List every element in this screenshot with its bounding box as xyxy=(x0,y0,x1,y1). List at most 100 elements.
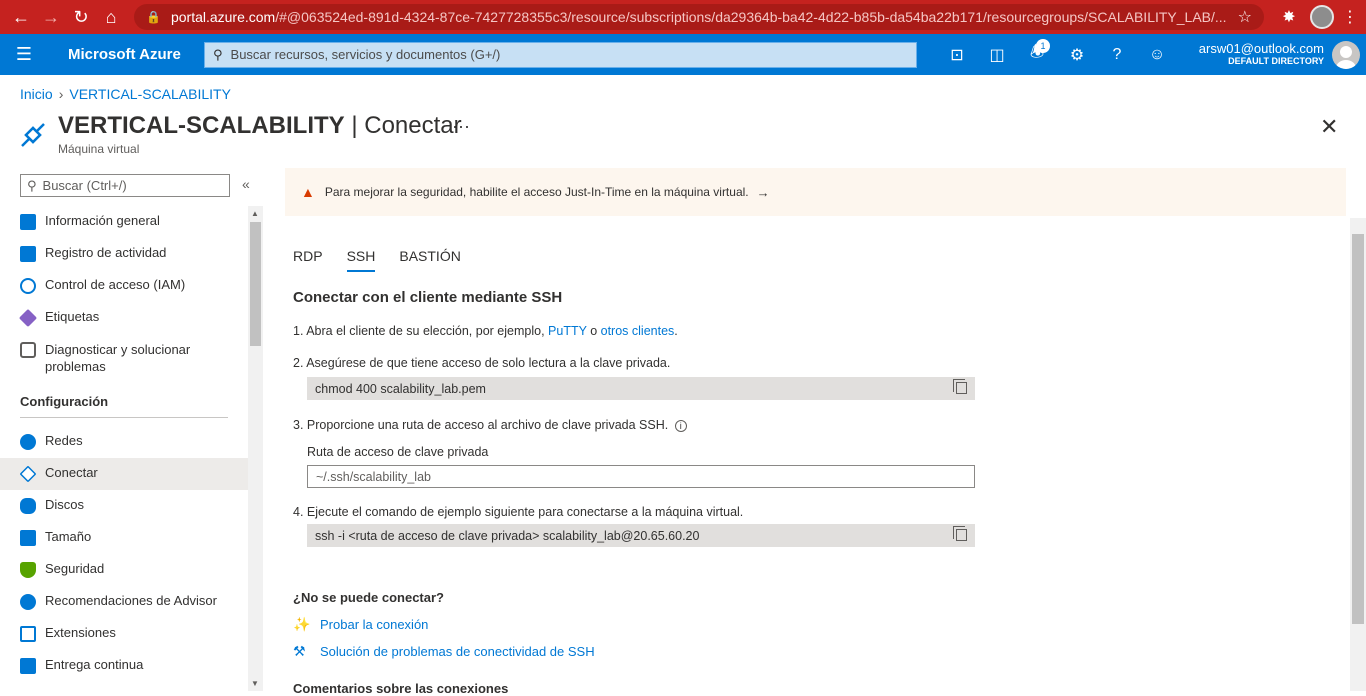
copy-icon[interactable] xyxy=(953,526,967,541)
cannot-connect-heading: ¿No se puede conectar? xyxy=(293,590,444,605)
collapse-menu-icon[interactable]: « xyxy=(242,176,250,192)
scroll-up-icon[interactable]: ▲ xyxy=(251,209,259,218)
cloud-shell-icon[interactable]: ⊡ xyxy=(937,34,977,75)
close-icon[interactable]: ✕ xyxy=(1320,114,1338,140)
blade-header: VERTICAL-SCALABILITY | Conectar Máquina … xyxy=(18,112,462,156)
tab-ssh[interactable]: SSH xyxy=(346,248,376,272)
content-scroll-thumb[interactable] xyxy=(1352,234,1364,624)
ssh-command-text: ssh -i <ruta de acceso de clave privada>… xyxy=(315,528,700,543)
chmod-command-text: chmod 400 scalability_lab.pem xyxy=(315,381,486,396)
feedback-icon[interactable]: ☺ xyxy=(1137,34,1177,75)
sidebar-item-label: Registro de actividad xyxy=(45,245,167,260)
network-icon xyxy=(20,434,36,450)
sidebar-item-label: Extensiones xyxy=(45,625,116,640)
step-3-text: 3. Proporcione una ruta de acceso al arc… xyxy=(293,418,669,432)
sidebar-item-extensions[interactable]: Extensiones xyxy=(0,618,248,650)
forward-icon[interactable]: → xyxy=(36,2,66,32)
tab-bastion[interactable]: BASTIÓN xyxy=(399,248,460,272)
step-1-end: . xyxy=(674,324,678,338)
extensions-icon[interactable]: ✸ xyxy=(1274,7,1304,27)
sidebar-item-activity-log[interactable]: Registro de actividad xyxy=(0,238,248,270)
warning-icon: ▲ xyxy=(301,184,315,200)
blade-name: Conectar xyxy=(364,112,462,139)
putty-link[interactable]: PuTTY xyxy=(548,324,587,338)
copy-icon[interactable] xyxy=(953,379,967,394)
step-1-text: 1. Abra el cliente de su elección, por e… xyxy=(293,324,545,338)
back-icon[interactable]: ← xyxy=(6,2,36,32)
sidebar-item-label: Recomendaciones de Advisor xyxy=(45,593,217,608)
sidebar-divider xyxy=(20,417,228,418)
extensions-icon xyxy=(20,626,36,642)
sidebar-scrollbar[interactable]: ▲ ▼ xyxy=(248,206,263,691)
browser-menu-icon[interactable]: ⋮ xyxy=(1340,7,1360,27)
azure-brand[interactable]: Microsoft Azure xyxy=(48,46,204,63)
connection-tabs: RDP SSH BASTIÓN xyxy=(293,248,485,272)
sidebar-scroll-thumb[interactable] xyxy=(250,222,261,346)
monitor-icon xyxy=(20,530,36,546)
sidebar-item-diagnose[interactable]: Diagnosticar y solucionar problemas xyxy=(0,334,248,380)
sidebar-item-disks[interactable]: Discos xyxy=(0,490,248,522)
sidebar-item-continuous-delivery[interactable]: Entrega continua xyxy=(0,650,248,682)
hamburger-menu-icon[interactable]: ☰ xyxy=(0,44,48,65)
shield-icon xyxy=(20,562,36,578)
chevron-right-icon: › xyxy=(58,86,64,102)
sidebar-item-label: Entrega continua xyxy=(45,657,144,672)
home-icon[interactable]: ⌂ xyxy=(96,2,126,32)
jit-warning-banner[interactable]: ▲ Para mejorar la seguridad, habilite el… xyxy=(285,168,1346,216)
page-title: VERTICAL-SCALABILITY | Conectar xyxy=(58,112,462,140)
tab-rdp[interactable]: RDP xyxy=(293,248,323,272)
connect-plug-icon: ✨ xyxy=(293,616,311,632)
step-1-mid: o xyxy=(590,324,598,338)
breadcrumb-current[interactable]: VERTICAL-SCALABILITY xyxy=(69,86,231,102)
global-search-input[interactable]: ⚲ Buscar recursos, servicios y documento… xyxy=(204,41,917,68)
profile-avatar[interactable] xyxy=(1310,5,1334,29)
notifications-bell-icon[interactable]: 🕭 1 xyxy=(1017,34,1057,75)
browser-toolbar: ← → ↻ ⌂ 🔒 portal.azure.com/#@063524ed-89… xyxy=(0,0,1366,34)
test-connection-link[interactable]: ✨ Probar la conexión xyxy=(293,616,428,633)
private-key-path-input[interactable]: ~/.ssh/scalability_lab xyxy=(307,465,975,488)
sidebar-item-overview[interactable]: Información general xyxy=(0,206,248,238)
user-avatar[interactable] xyxy=(1332,40,1360,69)
lock-icon: 🔒 xyxy=(146,10,161,24)
sidebar-item-label: Diagnosticar y solucionar problemas xyxy=(45,342,191,374)
delivery-icon xyxy=(20,658,36,674)
more-options-icon[interactable]: ··· xyxy=(452,116,470,137)
wrench-icon xyxy=(20,342,36,358)
sidebar-item-connect[interactable]: Conectar xyxy=(0,458,248,490)
advisor-icon xyxy=(20,594,36,610)
address-bar[interactable]: 🔒 portal.azure.com/#@063524ed-891d-4324-… xyxy=(134,4,1264,30)
sidebar-item-size[interactable]: Tamaño xyxy=(0,522,248,554)
chmod-command-box: chmod 400 scalability_lab.pem xyxy=(307,377,975,400)
breadcrumb-home[interactable]: Inicio xyxy=(20,86,53,102)
sidebar-section-configuration: Configuración xyxy=(20,394,109,409)
resource-menu: ⚲ Buscar (Ctrl+/) « Información general … xyxy=(0,170,263,691)
disk-icon xyxy=(20,498,36,514)
connection-feedback-heading: Comentarios sobre las conexiones xyxy=(293,681,509,696)
directory-filter-icon[interactable]: ◫ xyxy=(977,34,1017,75)
resource-name: VERTICAL-SCALABILITY xyxy=(58,112,345,139)
banner-text: Para mejorar la seguridad, habilite el a… xyxy=(324,185,749,199)
menu-search-input[interactable]: ⚲ Buscar (Ctrl+/) xyxy=(20,174,230,197)
troubleshoot-ssh-link[interactable]: ⚒ Solución de problemas de conectividad … xyxy=(293,643,595,660)
scroll-down-icon[interactable]: ▼ xyxy=(251,679,259,688)
connect-plug-icon xyxy=(21,123,45,147)
search-icon: ⚲ xyxy=(27,177,37,193)
step-3: 3. Proporcione una ruta de acceso al arc… xyxy=(293,418,687,432)
sidebar-item-iam[interactable]: Control de acceso (IAM) xyxy=(0,270,248,302)
sidebar-item-networking[interactable]: Redes xyxy=(0,426,248,458)
account-menu[interactable]: arsw01@outlook.com DEFAULT DIRECTORY xyxy=(1199,42,1332,66)
url-path: /#@063524ed-891d-4324-87ce-7427728355c3/… xyxy=(275,9,1227,25)
info-icon[interactable]: i xyxy=(674,420,687,432)
connect-plug-icon xyxy=(19,465,37,483)
other-clients-link[interactable]: otros clientes xyxy=(601,324,675,338)
sidebar-item-advisor[interactable]: Recomendaciones de Advisor xyxy=(0,586,248,618)
sidebar-item-security[interactable]: Seguridad xyxy=(0,554,248,586)
private-key-path-label: Ruta de acceso de clave privada xyxy=(307,445,489,459)
help-icon[interactable]: ? xyxy=(1097,34,1137,75)
bookmark-star-icon[interactable]: ☆ xyxy=(1238,7,1252,27)
content-scrollbar[interactable] xyxy=(1350,218,1366,691)
reload-icon[interactable]: ↻ xyxy=(66,2,96,32)
breadcrumb: Inicio › VERTICAL-SCALABILITY xyxy=(20,86,231,102)
settings-gear-icon[interactable]: ⚙ xyxy=(1057,34,1097,75)
sidebar-item-tags[interactable]: Etiquetas xyxy=(0,302,248,334)
